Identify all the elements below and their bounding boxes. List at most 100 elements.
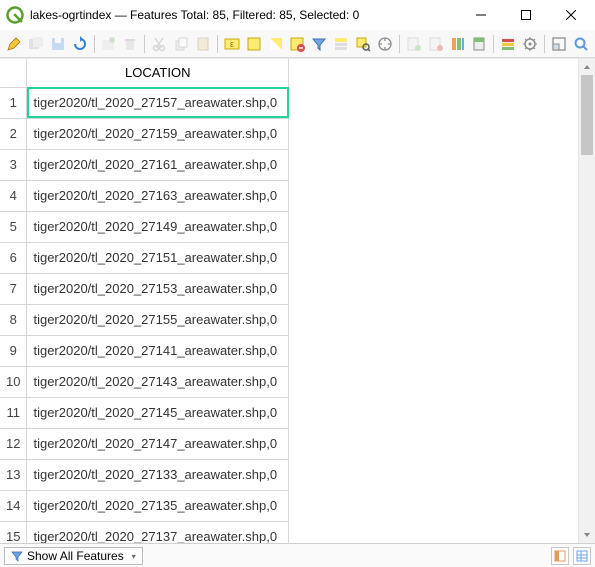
move-selection-to-top-icon[interactable] (331, 34, 351, 54)
table-row[interactable]: 1tiger2020/tl_2020_27157_areawater.shp,0 (0, 87, 289, 118)
row-number-cell[interactable]: 5 (0, 211, 27, 242)
svg-text:ε: ε (230, 39, 234, 49)
table-row[interactable]: 7tiger2020/tl_2020_27153_areawater.shp,0 (0, 273, 289, 304)
window-controls (458, 0, 593, 30)
identify-icon[interactable] (571, 34, 591, 54)
table-row[interactable]: 11tiger2020/tl_2020_27145_areawater.shp,… (0, 397, 289, 428)
table-content: LOCATION 1tiger2020/tl_2020_27157_areawa… (0, 58, 595, 543)
table-row[interactable]: 12tiger2020/tl_2020_27147_areawater.shp,… (0, 428, 289, 459)
row-number-cell[interactable]: 11 (0, 397, 27, 428)
location-cell[interactable]: tiger2020/tl_2020_27149_areawater.shp,0 (27, 211, 289, 242)
reload-table-icon[interactable] (70, 34, 90, 54)
vertical-scrollbar[interactable] (578, 59, 595, 543)
copy-icon[interactable] (171, 34, 191, 54)
location-cell[interactable]: tiger2020/tl_2020_27145_areawater.shp,0 (27, 397, 289, 428)
toggle-editing-icon[interactable] (4, 34, 24, 54)
row-number-cell[interactable]: 2 (0, 118, 27, 149)
table-row[interactable]: 13tiger2020/tl_2020_27133_areawater.shp,… (0, 459, 289, 490)
pan-to-selected-icon[interactable] (375, 34, 395, 54)
row-number-cell[interactable]: 4 (0, 180, 27, 211)
row-number-cell[interactable]: 8 (0, 304, 27, 335)
row-number-header[interactable] (0, 59, 27, 87)
location-cell[interactable]: tiger2020/tl_2020_27157_areawater.shp,0 (27, 87, 289, 118)
toolbar-separator (544, 35, 545, 53)
location-cell[interactable]: tiger2020/tl_2020_27135_areawater.shp,0 (27, 490, 289, 521)
location-cell[interactable]: tiger2020/tl_2020_27141_areawater.shp,0 (27, 335, 289, 366)
zoom-to-selected-icon[interactable] (353, 34, 373, 54)
row-number-cell[interactable]: 14 (0, 490, 27, 521)
location-cell[interactable]: tiger2020/tl_2020_27147_areawater.shp,0 (27, 428, 289, 459)
location-cell[interactable]: tiger2020/tl_2020_27151_areawater.shp,0 (27, 242, 289, 273)
row-number-cell[interactable]: 9 (0, 335, 27, 366)
statusbar: Show All Features ▾ (0, 543, 595, 567)
row-number-cell[interactable]: 1 (0, 87, 27, 118)
row-number-cell[interactable]: 13 (0, 459, 27, 490)
toggle-multiedit-icon[interactable] (26, 34, 46, 54)
table-row[interactable]: 9tiger2020/tl_2020_27141_areawater.shp,0 (0, 335, 289, 366)
table-row[interactable]: 2tiger2020/tl_2020_27159_areawater.shp,0 (0, 118, 289, 149)
table-row[interactable]: 15tiger2020/tl_2020_27137_areawater.shp,… (0, 521, 289, 543)
row-number-cell[interactable]: 3 (0, 149, 27, 180)
funnel-icon (11, 550, 23, 562)
row-number-cell[interactable]: 7 (0, 273, 27, 304)
scroll-thumb[interactable] (581, 75, 593, 155)
titlebar: lakes-ogrtindex — Features Total: 85, Fi… (0, 0, 595, 30)
paste-icon[interactable] (193, 34, 213, 54)
row-number-cell[interactable]: 6 (0, 242, 27, 273)
location-cell[interactable]: tiger2020/tl_2020_27153_areawater.shp,0 (27, 273, 289, 304)
deselect-all-icon[interactable] (288, 34, 308, 54)
delete-field-icon[interactable] (426, 34, 446, 54)
window-title: lakes-ogrtindex — Features Total: 85, Fi… (30, 8, 458, 22)
table-row[interactable]: 6tiger2020/tl_2020_27151_areawater.shp,0 (0, 242, 289, 273)
toolbar: ε (0, 30, 595, 58)
delete-selected-icon[interactable] (120, 34, 140, 54)
conditional-formatting-icon[interactable] (498, 34, 518, 54)
toolbar-separator (493, 35, 494, 53)
row-number-cell[interactable]: 12 (0, 428, 27, 459)
maximize-button[interactable] (503, 0, 548, 30)
select-all-icon[interactable] (244, 34, 264, 54)
location-cell[interactable]: tiger2020/tl_2020_27133_areawater.shp,0 (27, 459, 289, 490)
grid: LOCATION 1tiger2020/tl_2020_27157_areawa… (0, 59, 289, 543)
location-cell[interactable]: tiger2020/tl_2020_27161_areawater.shp,0 (27, 149, 289, 180)
attribute-table[interactable]: LOCATION 1tiger2020/tl_2020_27157_areawa… (0, 59, 289, 543)
filter-label: Show All Features (27, 549, 124, 563)
scroll-up-arrow-icon[interactable] (579, 59, 595, 75)
location-cell[interactable]: tiger2020/tl_2020_27155_areawater.shp,0 (27, 304, 289, 335)
table-row[interactable]: 3tiger2020/tl_2020_27161_areawater.shp,0 (0, 149, 289, 180)
row-number-cell[interactable]: 10 (0, 366, 27, 397)
column-header-location[interactable]: LOCATION (27, 59, 289, 87)
table-row[interactable]: 4tiger2020/tl_2020_27163_areawater.shp,0 (0, 180, 289, 211)
show-features-filter-button[interactable]: Show All Features ▾ (4, 547, 143, 565)
save-edits-icon[interactable] (48, 34, 68, 54)
actions-icon[interactable] (520, 34, 540, 54)
table-row[interactable]: 14tiger2020/tl_2020_27135_areawater.shp,… (0, 490, 289, 521)
filter-selected-icon[interactable] (309, 34, 329, 54)
table-row[interactable]: 5tiger2020/tl_2020_27149_areawater.shp,0 (0, 211, 289, 242)
field-calculator-icon[interactable] (470, 34, 490, 54)
form-view-icon[interactable] (551, 547, 569, 565)
qgis-app-icon (6, 6, 24, 24)
grid-empty-space (289, 59, 578, 543)
chevron-down-icon: ▾ (132, 552, 136, 561)
location-cell[interactable]: tiger2020/tl_2020_27163_areawater.shp,0 (27, 180, 289, 211)
table-row[interactable]: 10tiger2020/tl_2020_27143_areawater.shp,… (0, 366, 289, 397)
invert-selection-icon[interactable] (266, 34, 286, 54)
table-view-icon[interactable] (573, 547, 591, 565)
location-cell[interactable]: tiger2020/tl_2020_27159_areawater.shp,0 (27, 118, 289, 149)
minimize-button[interactable] (458, 0, 503, 30)
cut-icon[interactable] (149, 34, 169, 54)
location-cell[interactable]: tiger2020/tl_2020_27137_areawater.shp,0 (27, 521, 289, 543)
scroll-down-arrow-icon[interactable] (579, 527, 595, 543)
toolbar-separator (94, 35, 95, 53)
row-number-cell[interactable]: 15 (0, 521, 27, 543)
table-row[interactable]: 8tiger2020/tl_2020_27155_areawater.shp,0 (0, 304, 289, 335)
select-by-expression-icon[interactable]: ε (222, 34, 242, 54)
close-button[interactable] (548, 0, 593, 30)
dock-table-icon[interactable] (549, 34, 569, 54)
location-cell[interactable]: tiger2020/tl_2020_27143_areawater.shp,0 (27, 366, 289, 397)
toolbar-separator (217, 35, 218, 53)
add-feature-icon[interactable] (99, 34, 119, 54)
organize-columns-icon[interactable] (448, 34, 468, 54)
new-field-icon[interactable] (404, 34, 424, 54)
